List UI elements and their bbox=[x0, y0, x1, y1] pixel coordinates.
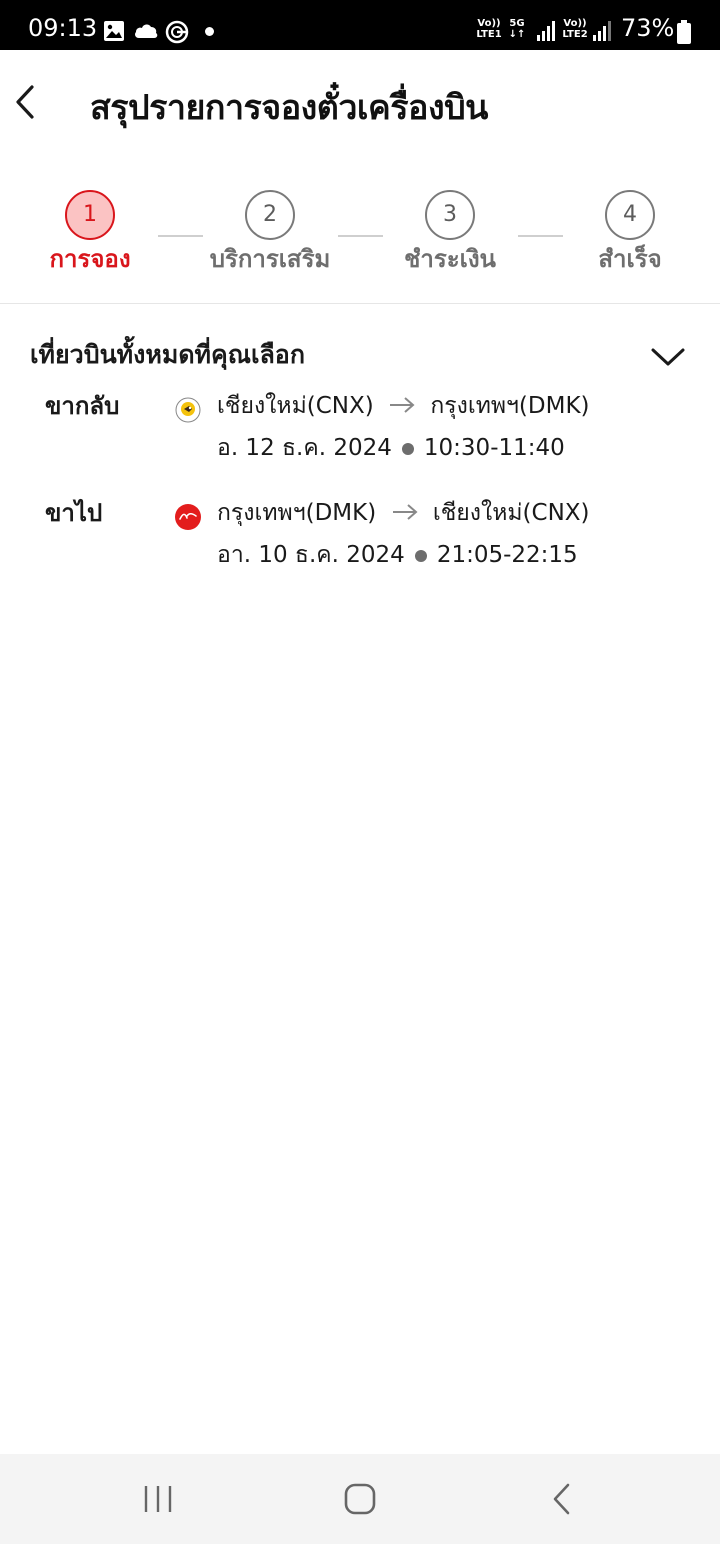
flight-row-outbound: ขาไป กรุงเทพฯ(DMK) เชียงใหม่(CNX) อา. 10… bbox=[0, 496, 720, 586]
status-time: 09:13 bbox=[28, 14, 98, 42]
recent-apps-icon bbox=[128, 1486, 188, 1526]
collapse-toggle-button[interactable] bbox=[648, 339, 688, 375]
chevron-down-icon bbox=[648, 348, 688, 379]
destination: เชียงใหม่(CNX) bbox=[432, 500, 590, 526]
separator-dot bbox=[401, 442, 414, 455]
step-label: ชำระเงิน bbox=[404, 245, 496, 273]
signal-1-icon bbox=[536, 20, 556, 46]
back-icon bbox=[532, 1483, 592, 1526]
flight-time: 21:05-22:15 bbox=[436, 542, 578, 568]
step-number: 2 bbox=[245, 190, 295, 240]
separator-dot bbox=[414, 549, 427, 562]
notification-dot bbox=[205, 27, 214, 36]
route: เชียงใหม่(CNX) กรุงเทพฯ(DMK) bbox=[217, 389, 590, 424]
route: กรุงเทพฯ(DMK) เชียงใหม่(CNX) bbox=[217, 496, 590, 531]
status-bar: 09:13 Vo)) LTE1 5G ↓↑ Vo)) LTE2 73% bbox=[0, 0, 720, 50]
origin: เชียงใหม่(CNX) bbox=[217, 393, 374, 419]
nok-air-logo-icon bbox=[175, 397, 201, 423]
gallery-icon bbox=[103, 20, 125, 46]
divider bbox=[0, 303, 720, 304]
section-title: เที่ยวบินทั้งหมดที่คุณเลือก bbox=[30, 340, 305, 369]
leg-label: ขากลับ bbox=[45, 392, 120, 420]
battery-percent: 73% bbox=[621, 14, 675, 42]
cloud-icon bbox=[133, 22, 159, 44]
5g-indicator: 5G ↓↑ bbox=[508, 18, 526, 40]
flight-time: 10:30-11:40 bbox=[423, 435, 565, 461]
battery-icon bbox=[677, 20, 691, 48]
flight-row-return: ขากลับ เชียงใหม่(CNX) กรุงเทพฯ(DMK) อ. 1… bbox=[0, 389, 720, 479]
recent-apps-button[interactable] bbox=[128, 1476, 188, 1522]
signal-2-icon bbox=[592, 20, 612, 46]
step-number: 3 bbox=[425, 190, 475, 240]
chevron-left-icon bbox=[6, 85, 46, 128]
arrow-right-icon bbox=[392, 497, 418, 531]
arrow-right-icon bbox=[389, 390, 415, 424]
flight-date: อา. 10 ธ.ค. 2024 bbox=[217, 542, 405, 568]
home-icon bbox=[330, 1483, 390, 1526]
system-back-button[interactable] bbox=[532, 1476, 592, 1522]
volte-lte2-indicator: Vo)) LTE2 bbox=[562, 18, 588, 40]
home-button[interactable] bbox=[330, 1476, 390, 1522]
step-connector bbox=[338, 235, 383, 237]
step-connector bbox=[518, 235, 563, 237]
step-number: 4 bbox=[605, 190, 655, 240]
schedule: อา. 10 ธ.ค. 2024 21:05-22:15 bbox=[217, 538, 578, 572]
volte-lte1-indicator: Vo)) LTE1 bbox=[476, 18, 502, 40]
step-label: บริการเสริม bbox=[209, 245, 331, 273]
step-label: สำเร็จ bbox=[598, 245, 662, 273]
header: สรุปรายการจองตั๋วเครื่องบิน bbox=[0, 50, 720, 160]
booking-stepper: 1 การจอง 2 บริการเสริม 3 ชำระเงิน 4 สำเร… bbox=[0, 185, 720, 285]
step-number: 1 bbox=[65, 190, 115, 240]
schedule: อ. 12 ธ.ค. 2024 10:30-11:40 bbox=[217, 431, 565, 465]
g-app-icon bbox=[165, 20, 189, 48]
step-connector bbox=[158, 235, 203, 237]
airasia-logo-icon bbox=[175, 504, 201, 530]
step-label: การจอง bbox=[49, 245, 131, 273]
system-nav-bar bbox=[0, 1454, 720, 1544]
origin: กรุงเทพฯ(DMK) bbox=[217, 500, 377, 526]
destination: กรุงเทพฯ(DMK) bbox=[430, 393, 590, 419]
back-button[interactable] bbox=[6, 80, 46, 124]
leg-label: ขาไป bbox=[45, 499, 103, 527]
flight-date: อ. 12 ธ.ค. 2024 bbox=[217, 435, 392, 461]
page-title: สรุปรายการจองตั๋วเครื่องบิน bbox=[90, 88, 488, 128]
